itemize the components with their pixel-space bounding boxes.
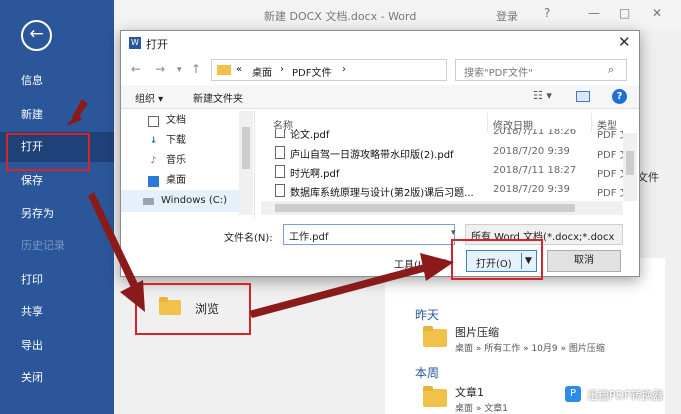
file-name: 数据库系统原理与设计(第2版)课后习题...	[290, 188, 474, 199]
watermark: P 迅捷PDF转换器	[565, 384, 681, 406]
nav-item-label: 文档	[166, 115, 186, 126]
desktop-icon	[148, 176, 159, 187]
recent-folder-name[interactable]: 图片压缩	[455, 324, 499, 340]
chevron-down-icon[interactable]: ▾	[442, 257, 447, 267]
help-icon[interactable]: ?	[612, 89, 627, 104]
recent-folder-path: 桌面 » 所有工作 » 10月9 » 图片压缩	[455, 344, 605, 354]
chevron-down-icon[interactable]: ▾	[451, 228, 456, 238]
folder-icon	[423, 326, 447, 347]
file-name: 庐山自驾一日游攻略带水印版(2).pdf	[290, 150, 454, 161]
scrollbar-thumb[interactable]	[275, 204, 575, 212]
recent-group-yesterday: 昨天	[415, 308, 440, 322]
file-modified: 2018/7/20 9:39	[493, 184, 570, 195]
dialog-title: 打开	[146, 38, 168, 51]
breadcrumb-separator: ›	[342, 64, 346, 75]
search-placeholder: 搜索"PDF文件"	[464, 68, 533, 79]
file-row[interactable]: 庐山自驾一日游攻略带水印版(2).pdf 2018/7/20 9:39 PDF …	[261, 143, 630, 162]
breadcrumb-desktop[interactable]: 桌面	[252, 64, 272, 79]
music-icon: ♪	[150, 156, 157, 166]
file-name: 论文.pdf	[290, 130, 330, 141]
sidebar-item-share[interactable]: 共享	[0, 297, 114, 327]
nav-item-label: 桌面	[166, 175, 186, 186]
folder-icon	[217, 65, 231, 75]
recent-folder-name[interactable]: 文章1	[455, 384, 484, 400]
address-overflow[interactable]: «	[236, 64, 242, 75]
close-window-button[interactable]: ✕	[652, 6, 662, 20]
cancel-button[interactable]: 取消	[547, 250, 621, 272]
word-app-icon: W	[129, 37, 141, 49]
preview-pane-icon[interactable]	[576, 91, 590, 102]
login-link[interactable]: 登录	[496, 8, 518, 24]
file-name: 时光啊.pdf	[290, 169, 340, 180]
recent-folder-path: 桌面 » 文章1	[455, 404, 508, 414]
sidebar-item-new[interactable]: 新建	[0, 100, 114, 130]
search-icon[interactable]: ⌕	[608, 63, 614, 77]
help-button[interactable]: ?	[544, 6, 550, 20]
pdf-file-icon	[275, 129, 285, 138]
recent-group-this-week: 本周	[415, 366, 440, 380]
dialog-title-bar: W 打开 ✕	[121, 31, 639, 55]
file-row[interactable]: 论文.pdf 2018/7/11 18:26 PDF 文	[261, 129, 623, 143]
pdf-file-icon	[275, 165, 285, 178]
breadcrumb-separator: ›	[280, 64, 284, 75]
filename-label: 文件名(N):	[224, 233, 273, 244]
tools-button[interactable]: 工具(L)	[394, 256, 427, 271]
search-input[interactable]: 搜索"PDF文件" ⌕	[455, 59, 627, 81]
folder-icon	[423, 386, 447, 407]
organize-button[interactable]: 组织 ▾	[135, 90, 163, 105]
sidebar-item-close[interactable]: 关闭	[0, 363, 114, 393]
back-arrow-icon: ←	[29, 24, 44, 44]
new-folder-button[interactable]: 新建文件夹	[193, 90, 243, 105]
sidebar-item-info[interactable]: 信息	[0, 66, 114, 96]
up-arrow-icon[interactable]: ↑	[191, 62, 201, 76]
watermark-text: 迅捷PDF转换器	[587, 389, 664, 402]
nav-item-label: 音乐	[166, 155, 186, 166]
dialog-toolbar: 组织 ▾ 新建文件夹 ☷ ▾ ?	[121, 85, 639, 109]
scrollbar-thumb[interactable]	[626, 151, 634, 175]
sidebar-item-history: 历史记录	[21, 239, 65, 252]
address-bar[interactable]: « 桌面 › PDF文件 › ▾ ↻	[211, 59, 536, 81]
view-options-icon[interactable]: ☷ ▾	[533, 89, 552, 102]
recent-overflow-text: 文件	[637, 171, 659, 184]
file-modified: 2018/7/20 9:39	[493, 146, 570, 157]
maximize-button[interactable]: □	[619, 6, 630, 20]
annotation-box-open-button	[451, 239, 543, 280]
scrollbar-thumb[interactable]	[242, 127, 250, 169]
back-arrow-icon[interactable]: ←	[131, 62, 141, 76]
forward-arrow-icon[interactable]: →	[155, 62, 165, 76]
back-button[interactable]: ←	[21, 20, 52, 51]
nav-item-label: 下载	[166, 135, 186, 146]
breadcrumb-pdf-folder[interactable]: PDF文件	[292, 64, 331, 79]
dialog-close-button[interactable]: ✕	[618, 33, 631, 51]
minimize-button[interactable]: —	[588, 6, 600, 20]
file-type: PDF 文	[597, 130, 623, 141]
sidebar-item-print[interactable]: 打印	[0, 265, 114, 295]
nav-pane-scrollbar[interactable]	[239, 111, 253, 215]
backstage-sidebar: ← 信息 新建 打开 保存 另存为 历史记录 打印 共享 导出 关闭	[0, 0, 114, 414]
file-list-horizontal-scrollbar[interactable]	[261, 201, 623, 215]
open-file-dialog: W 打开 ✕ ← → ▾ ↑ « 桌面 › PDF文件 › ▾ ↻ 搜索"PDF…	[120, 30, 640, 277]
nav-item-label: Windows (C:)	[161, 195, 227, 206]
document-icon	[148, 116, 159, 127]
file-row[interactable]: 数据库系统原理与设计(第2版)课后习题... 2018/7/20 9:39 PD…	[261, 181, 630, 200]
download-icon: ↓	[149, 136, 158, 146]
file-modified: 2018/7/11 18:27	[493, 165, 577, 176]
title-bar: 新建 DOCX 文档.docx - Word 登录 ? — □ ✕	[114, 0, 681, 30]
file-row[interactable]: 时光啊.pdf 2018/7/11 18:27 PDF 文	[261, 162, 630, 181]
dialog-nav-bar: ← → ▾ ↑ « 桌面 › PDF文件 › ▾ ↻ 搜索"PDF文件" ⌕	[121, 57, 639, 83]
drive-icon	[143, 198, 154, 205]
sidebar-item-save-as[interactable]: 另存为	[0, 199, 114, 229]
navigation-pane: 文档 ↓ 下载 ♪ 音乐 桌面 Windows (C:)	[121, 111, 255, 219]
annotation-box-browse	[135, 283, 251, 335]
annotation-box-open	[6, 133, 90, 171]
pdf-file-icon	[275, 184, 285, 197]
file-modified: 2018/7/11 18:26	[493, 129, 577, 137]
chevron-down-icon[interactable]: ▾	[177, 65, 182, 75]
pdf-file-icon	[275, 146, 285, 159]
watermark-logo-icon: P	[565, 386, 581, 402]
window-title: 新建 DOCX 文档.docx - Word	[264, 10, 417, 23]
file-list-vertical-scrollbar[interactable]	[623, 133, 637, 201]
filename-field[interactable]: 工作.pdf	[283, 224, 455, 245]
sidebar-item-export[interactable]: 导出	[0, 331, 114, 361]
